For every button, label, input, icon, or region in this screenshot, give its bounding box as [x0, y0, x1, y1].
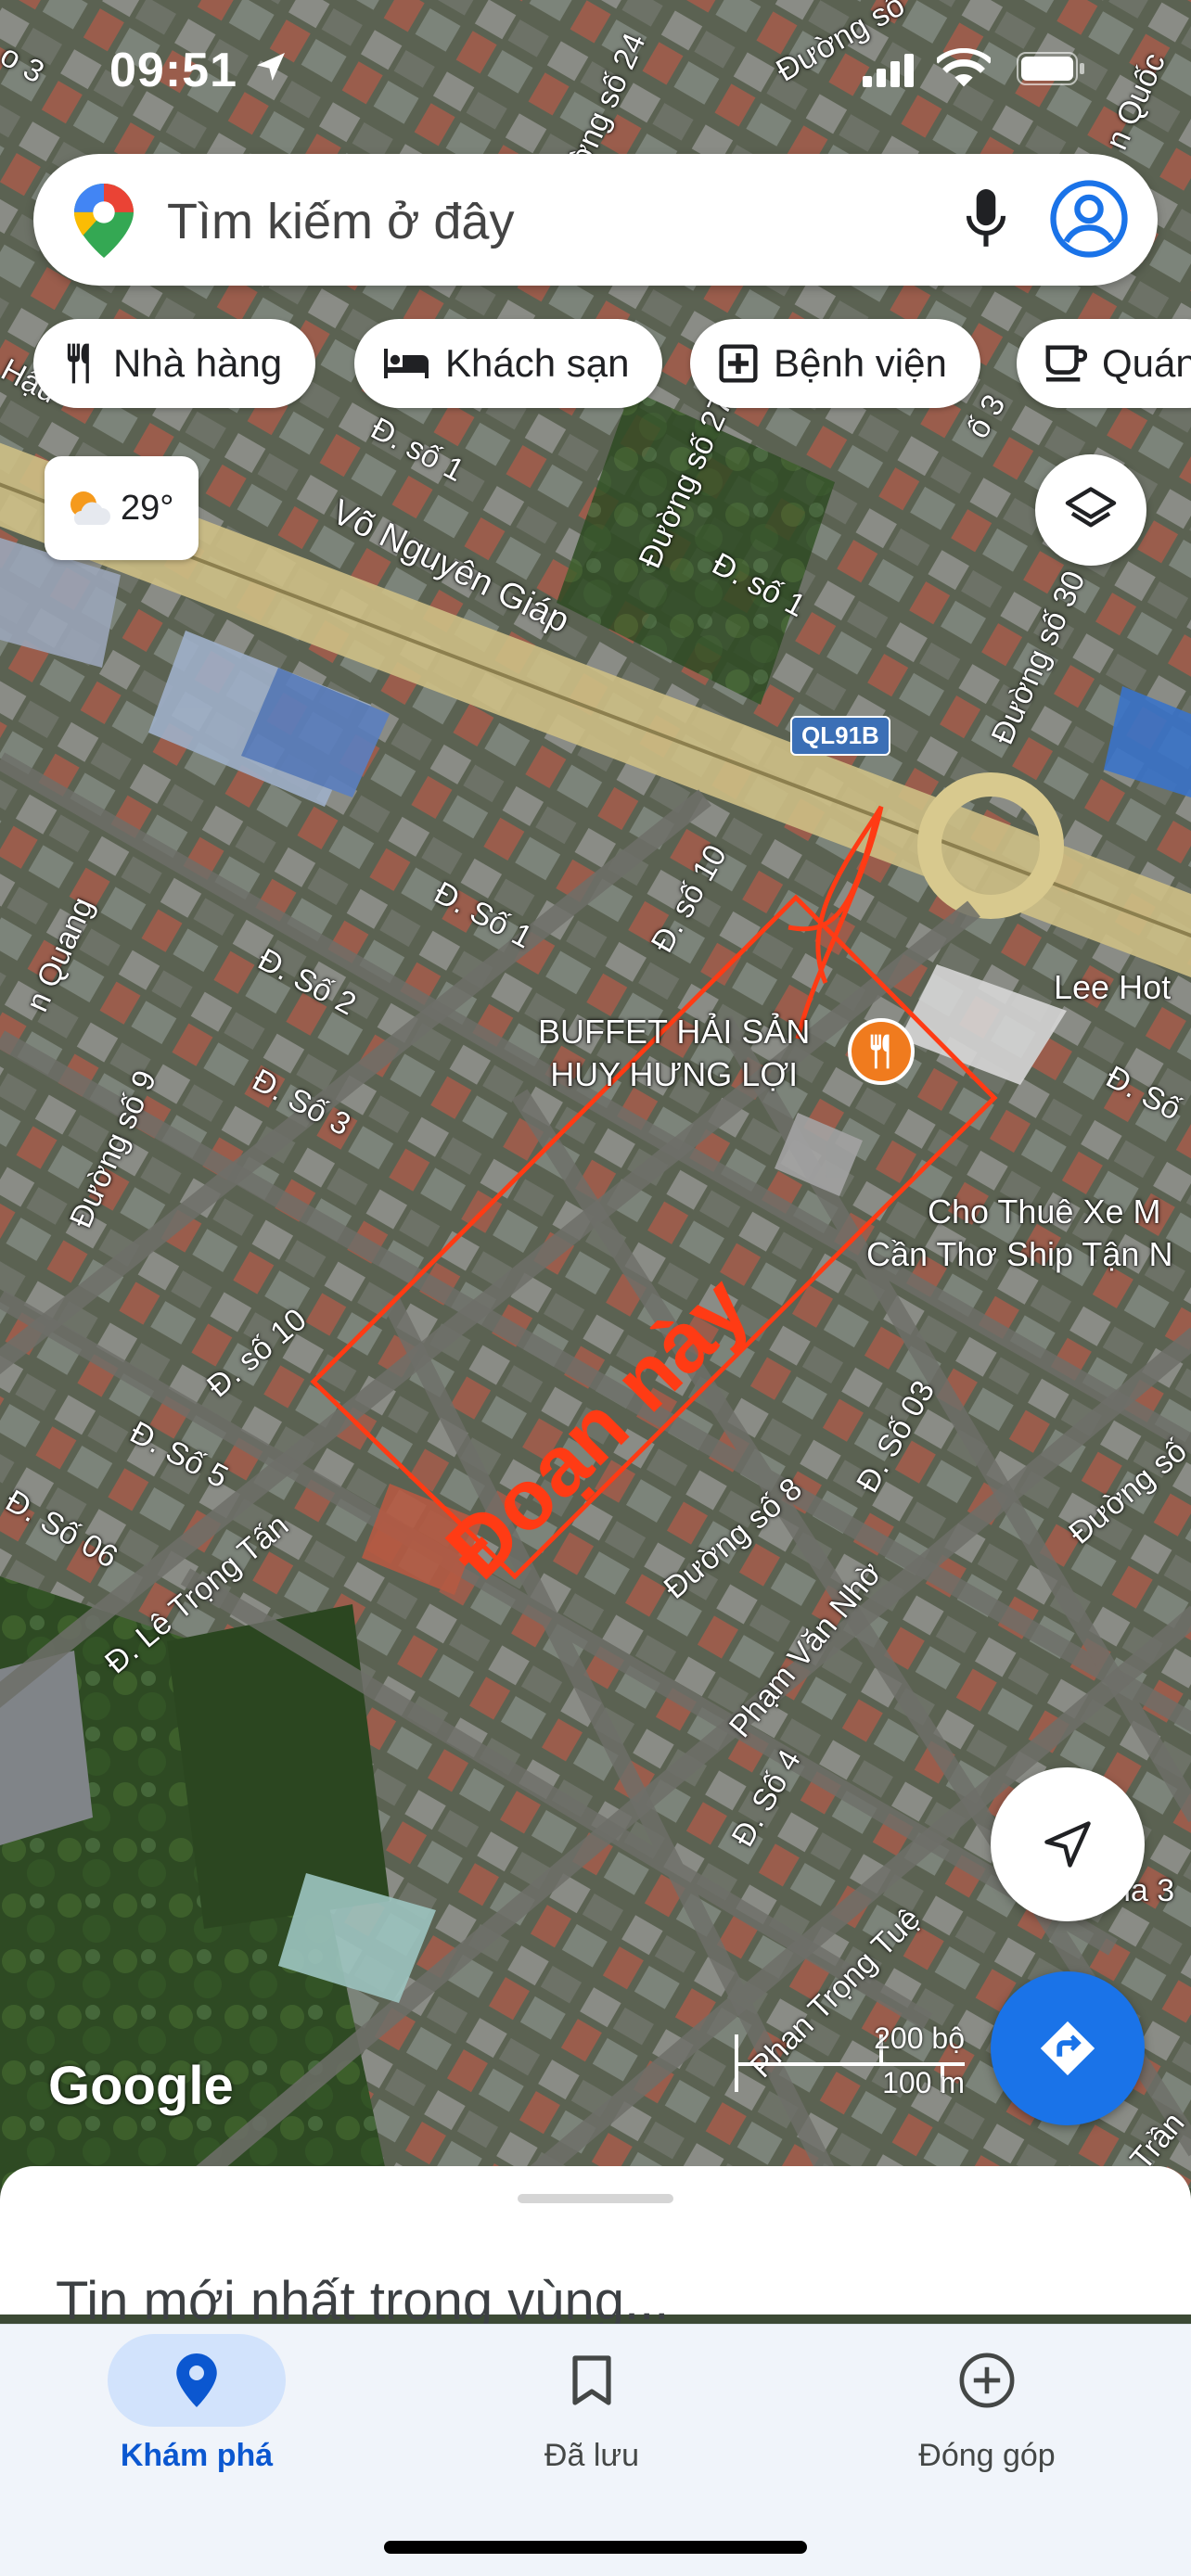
status-time: 09:51 [109, 44, 237, 97]
home-indicator [384, 2541, 807, 2554]
hotel-icon [382, 347, 430, 380]
wifi-icon [934, 47, 993, 94]
google-logo: Google [48, 2056, 234, 2116]
microphone-icon[interactable] [963, 187, 1009, 257]
google-maps-pin-icon [74, 184, 134, 262]
search-bar[interactable]: Tìm kiếm ở đây [33, 154, 1158, 286]
cellular-signal-icon [863, 54, 915, 92]
map-scale: 200 bộ 100 m [733, 2021, 965, 2105]
layers-button[interactable] [1035, 454, 1146, 566]
explore-sheet[interactable]: Tin mới nhất trong vùng... [0, 2166, 1191, 2331]
directions-icon [1040, 2021, 1095, 2076]
chip-restaurants[interactable]: Nhà hàng [33, 319, 316, 408]
add-circle-icon [898, 2334, 1076, 2427]
sheet-drag-handle[interactable] [518, 2194, 673, 2203]
sheet-title: Tin mới nhất trong vùng... [56, 2271, 670, 2331]
highway-shield: QL91B [790, 716, 890, 756]
chip-hotels[interactable]: Khách sạn [354, 319, 663, 408]
chip-hospitals[interactable]: Bệnh viện [690, 319, 980, 408]
battery-icon [1017, 52, 1085, 90]
tab-contribute[interactable]: Đóng góp [848, 2325, 1126, 2510]
cafe-icon [1044, 343, 1087, 384]
restaurant-icon [61, 342, 98, 385]
temperature: 29° [121, 488, 174, 528]
directions-button[interactable] [991, 1971, 1145, 2125]
layers-icon [1065, 487, 1117, 528]
restaurant-pin-icon[interactable] [848, 1018, 915, 1085]
chip-cafes[interactable]: Quán [1017, 319, 1191, 408]
hospital-icon [718, 343, 759, 384]
my-location-button[interactable] [991, 1767, 1145, 1921]
location-services-icon [252, 48, 289, 90]
bottom-tab-bar: Khám phá Đã lưu Đóng góp [0, 2324, 1191, 2576]
weather-chip[interactable]: 29° [45, 456, 198, 560]
account-avatar-icon[interactable] [1050, 180, 1128, 262]
poi-restaurant-label[interactable]: BUFFET HẢI SẢN HUY HƯNG LỢI [538, 1011, 810, 1096]
tab-saved[interactable]: Đã lưu [453, 2325, 731, 2510]
search-input[interactable]: Tìm kiếm ở đây [167, 193, 514, 250]
tab-explore[interactable]: Khám phá [58, 2325, 336, 2510]
poi-hotel-label[interactable]: Lee Hot [1054, 966, 1171, 1009]
bookmark-icon [503, 2334, 681, 2427]
partly-cloudy-icon [70, 491, 110, 525]
poi-car-rental-label[interactable]: Cho Thuê Xe M Cần Thơ Ship Tận N [866, 1191, 1172, 1276]
status-bar: 09:51 [0, 35, 1191, 100]
category-chips: Nhà hàng Khách sạn Bệnh viện Quán [33, 319, 1191, 408]
navigation-arrow-icon [1044, 1821, 1091, 1868]
explore-pin-icon [108, 2334, 286, 2427]
